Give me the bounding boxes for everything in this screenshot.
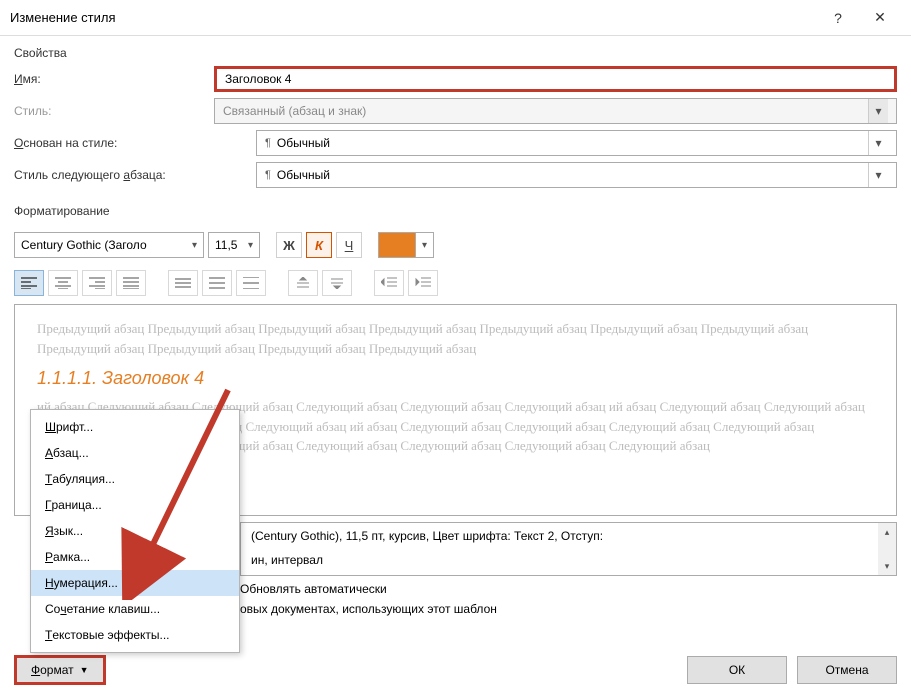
- pilcrow-icon: ¶: [265, 169, 271, 181]
- scrollbar[interactable]: ▴ ▾: [878, 523, 896, 575]
- titlebar: Изменение стиля ? ✕: [0, 0, 911, 36]
- italic-button[interactable]: К: [306, 232, 332, 258]
- pilcrow-icon: ¶: [265, 137, 271, 149]
- chevron-down-icon: ▾: [868, 99, 888, 123]
- dialog-title: Изменение стиля: [10, 10, 817, 25]
- ok-button[interactable]: ОК: [687, 656, 787, 684]
- style-type-label: Стиль:: [14, 104, 214, 118]
- section-properties-label: Свойства: [0, 36, 911, 66]
- menu-language[interactable]: Язык...: [31, 518, 239, 544]
- auto-update-label: Обновлять автоматически: [240, 582, 387, 596]
- spacing-2-button[interactable]: [236, 270, 266, 296]
- underline-button[interactable]: Ч: [336, 232, 362, 258]
- space-before-down-button[interactable]: [322, 270, 352, 296]
- close-button[interactable]: ✕: [859, 3, 901, 33]
- format-context-menu: Шрифт... Абзац... Табуляция... Граница..…: [30, 409, 240, 653]
- menu-numbering[interactable]: Нумерация...: [31, 570, 239, 596]
- based-on-combo[interactable]: ¶ Обычный ▾: [256, 130, 897, 156]
- cancel-button[interactable]: Отмена: [797, 656, 897, 684]
- based-on-label: Основан на стиле:: [14, 136, 214, 150]
- menu-text-effects[interactable]: Текстовые эффекты...: [31, 622, 239, 648]
- menu-paragraph[interactable]: Абзац...: [31, 440, 239, 466]
- font-family-combo[interactable]: Century Gothic (Заголо▾: [14, 232, 204, 258]
- help-button[interactable]: ?: [817, 3, 859, 33]
- chevron-down-icon[interactable]: ▾: [868, 131, 888, 155]
- bold-button[interactable]: Ж: [276, 232, 302, 258]
- description-box: (Century Gothic), 11,5 пт, курсив, Цвет …: [240, 522, 897, 576]
- name-label: Имя:: [14, 72, 214, 86]
- font-color-picker[interactable]: ▾: [378, 232, 434, 258]
- section-formatting-label: Форматирование: [0, 194, 911, 224]
- indent-decrease-button[interactable]: [374, 270, 404, 296]
- caret-down-icon: ▼: [80, 665, 89, 675]
- align-right-button[interactable]: [82, 270, 112, 296]
- indent-increase-button[interactable]: [408, 270, 438, 296]
- format-button[interactable]: Формат▼: [14, 655, 106, 685]
- scroll-down-icon[interactable]: ▾: [878, 557, 896, 575]
- scroll-up-icon[interactable]: ▴: [878, 523, 896, 541]
- align-justify-button[interactable]: [116, 270, 146, 296]
- menu-font[interactable]: Шрифт...: [31, 414, 239, 440]
- menu-tabs[interactable]: Табуляция...: [31, 466, 239, 492]
- next-style-label: Стиль следующего абзаца:: [14, 168, 214, 182]
- next-style-combo[interactable]: ¶ Обычный ▾: [256, 162, 897, 188]
- spacing-1-button[interactable]: [168, 270, 198, 296]
- menu-shortcut[interactable]: Сочетание клавиш...: [31, 596, 239, 622]
- preview-prev-text: Предыдущий абзац Предыдущий абзац Предыд…: [37, 319, 874, 358]
- spacing-15-button[interactable]: [202, 270, 232, 296]
- templates-label: овых документах, использующих этот шабло…: [240, 602, 497, 616]
- align-left-button[interactable]: [14, 270, 44, 296]
- menu-border[interactable]: Граница...: [31, 492, 239, 518]
- chevron-down-icon[interactable]: ▾: [868, 163, 888, 187]
- align-center-button[interactable]: [48, 270, 78, 296]
- name-input[interactable]: [214, 66, 897, 92]
- preview-heading: 1.1.1.1. Заголовок 4: [37, 368, 874, 389]
- space-before-up-button[interactable]: [288, 270, 318, 296]
- font-size-combo[interactable]: 11,5▾: [208, 232, 260, 258]
- menu-frame[interactable]: Рамка...: [31, 544, 239, 570]
- style-type-combo: Связанный (абзац и знак) ▾: [214, 98, 897, 124]
